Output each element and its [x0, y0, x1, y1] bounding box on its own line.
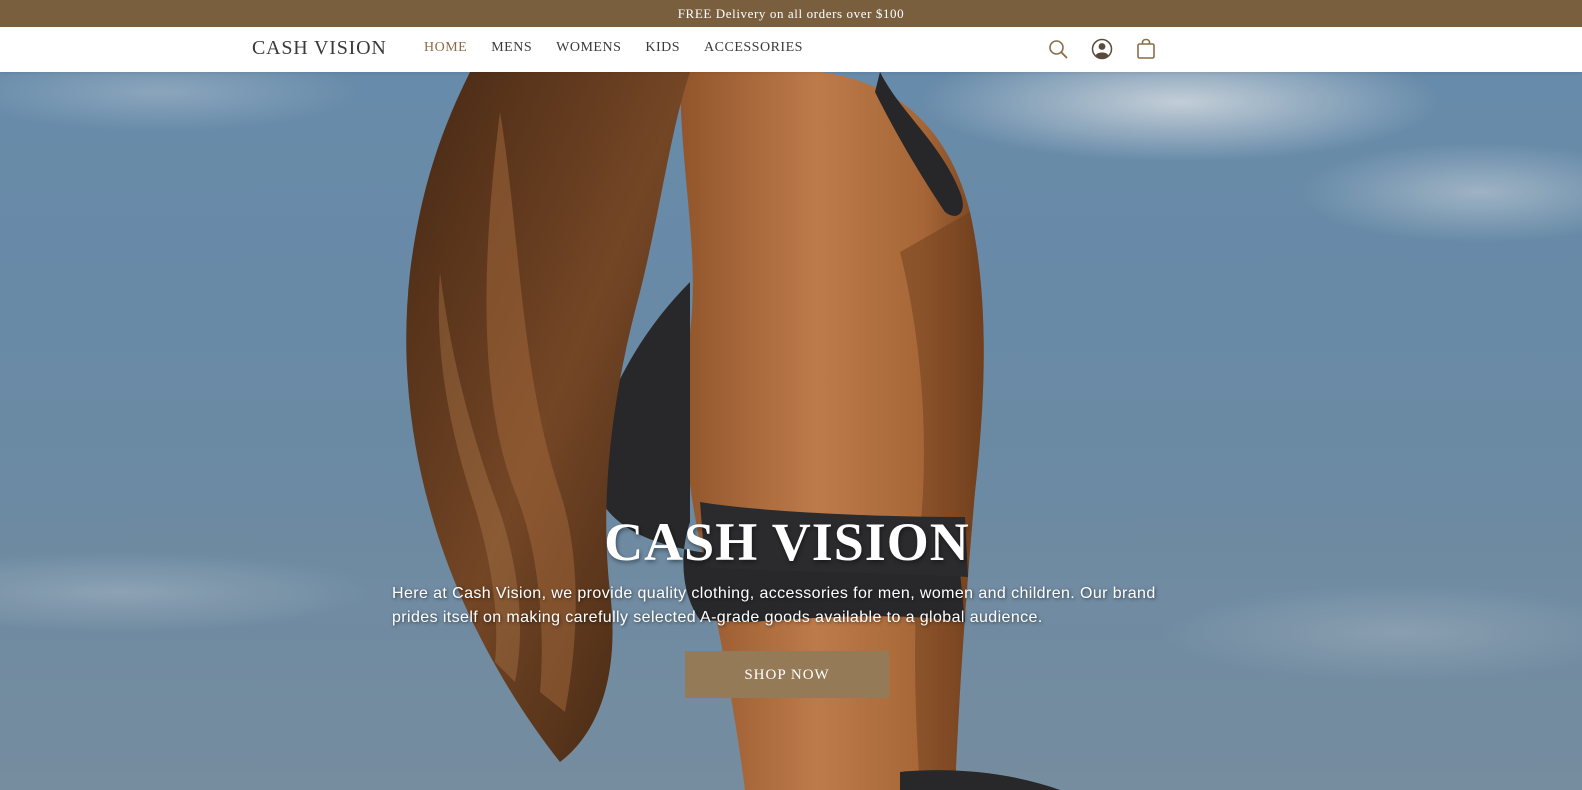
search-button[interactable]: [1046, 37, 1070, 61]
nav-item-kids[interactable]: KIDS: [645, 40, 680, 56]
hero-title: CASH VISION: [604, 512, 970, 572]
main-nav: HOME MENS WOMENS KIDS ACCESSORIES: [424, 40, 827, 56]
header-icons: [1046, 37, 1178, 61]
shop-now-button[interactable]: SHOP NOW: [685, 651, 889, 698]
nav-item-home[interactable]: HOME: [424, 40, 467, 56]
nav-item-accessories[interactable]: ACCESSORIES: [704, 40, 803, 56]
cart-button[interactable]: [1134, 37, 1158, 61]
hero-description: Here at Cash Vision, we provide quality …: [392, 585, 1156, 626]
account-icon: [1091, 38, 1113, 60]
account-button[interactable]: [1090, 37, 1114, 61]
nav-item-mens[interactable]: MENS: [491, 40, 532, 56]
hero-content: CASH VISION Here at Cash Vision, we prov…: [392, 510, 1182, 698]
site-header: CASH VISION HOME MENS WOMENS KIDS ACCESS…: [0, 27, 1582, 72]
nav-item-womens[interactable]: WOMENS: [556, 40, 621, 56]
announcement-bar: FREE Delivery on all orders over $100: [0, 0, 1582, 27]
site-logo[interactable]: CASH VISION: [252, 37, 387, 60]
hero-banner: CASH VISION Here at Cash Vision, we prov…: [0, 72, 1582, 790]
shopping-bag-icon: [1137, 38, 1155, 59]
announcement-text: FREE Delivery on all orders over $100: [677, 5, 905, 21]
search-icon: [1049, 40, 1068, 59]
